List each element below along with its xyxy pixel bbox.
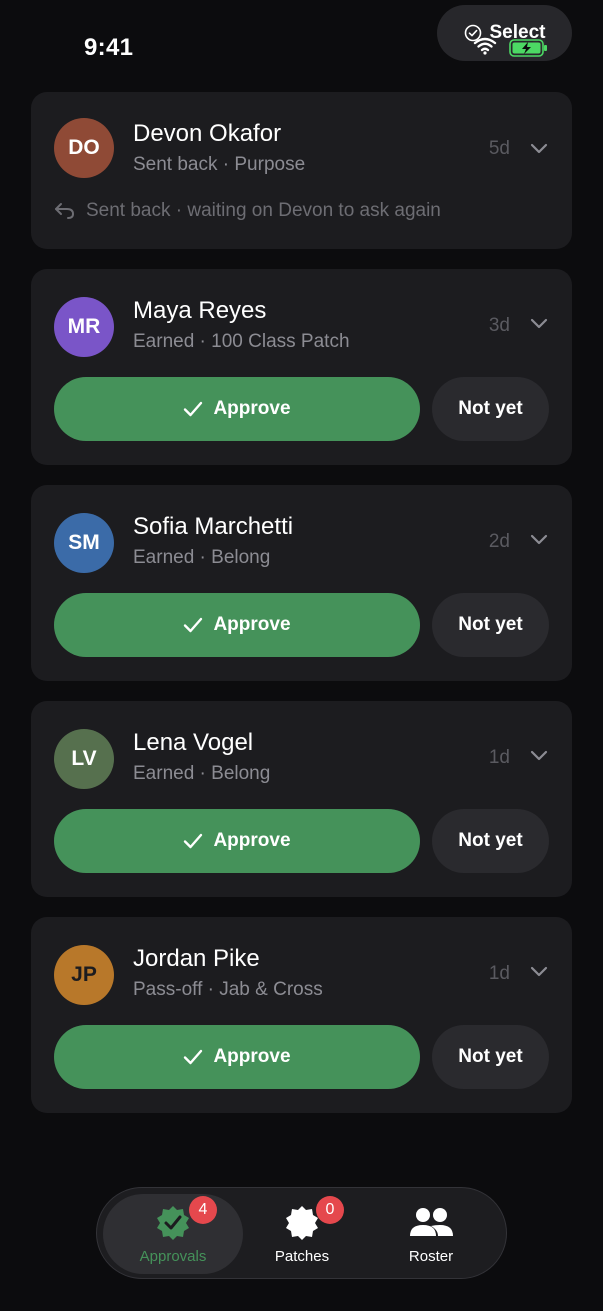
request-subtitle: Pass-off · Jab & Cross [133, 979, 323, 1000]
checkmark-icon [184, 833, 203, 849]
request-subtitle: Sent back · Purpose [133, 154, 306, 175]
battery-charging-icon [509, 39, 547, 57]
request-card-lena[interactable]: LV Lena Vogel Earned · Belong 1d Approve… [31, 701, 572, 897]
approve-label: Approve [213, 398, 291, 419]
approve-button[interactable]: Approve [54, 809, 420, 873]
avatar: LV [54, 729, 114, 789]
tab-bar: Approvals 4 Patches 0 Roster [96, 1187, 507, 1279]
student-name: Lena Vogel [133, 729, 254, 756]
return-arrow-icon [55, 203, 75, 219]
sent-back-note: Sent back · waiting on Devon to ask agai… [54, 200, 441, 222]
not-yet-button[interactable]: Not yet [432, 809, 549, 873]
chevron-down-icon[interactable] [530, 966, 548, 978]
student-name: Jordan Pike [133, 945, 260, 972]
request-age: 1d [488, 747, 510, 768]
checkmark-icon [184, 617, 203, 633]
not-yet-button[interactable]: Not yet [432, 377, 549, 441]
avatar: DO [54, 118, 114, 178]
status-time: 9:41 [84, 34, 134, 61]
student-name: Maya Reyes [133, 297, 267, 324]
wifi-icon [473, 37, 497, 55]
people-icon [410, 1208, 453, 1236]
checkmark-icon [184, 401, 203, 417]
approve-button[interactable]: Approve [54, 593, 420, 657]
tab-roster[interactable]: Roster [361, 1194, 501, 1274]
request-card-jordan[interactable]: JP Jordan Pike Pass-off · Jab & Cross 1d… [31, 917, 572, 1113]
request-card-devon[interactable]: DO Devon Okafor Sent back · Purpose 5d S… [31, 92, 572, 249]
chevron-down-icon[interactable] [530, 318, 548, 330]
approve-button[interactable]: Approve [54, 377, 420, 441]
tab-label: Approvals [139, 1248, 207, 1265]
approve-label: Approve [213, 1046, 291, 1067]
tab-label: Roster [408, 1248, 454, 1265]
not-yet-button[interactable]: Not yet [432, 1025, 549, 1089]
tab-label: Patches [274, 1248, 330, 1265]
request-subtitle: Earned · Belong [133, 547, 271, 568]
student-name: Sofia Marchetti [133, 513, 294, 540]
request-age: 3d [488, 315, 510, 336]
chevron-down-icon[interactable] [530, 534, 548, 546]
request-age: 5d [488, 138, 510, 159]
student-name: Devon Okafor [133, 120, 282, 147]
tab-approvals[interactable]: Approvals 4 [103, 1194, 243, 1274]
seal-check-icon [157, 1206, 189, 1240]
select-button[interactable]: Select [437, 5, 572, 61]
tab-patches[interactable]: Patches 0 [232, 1194, 372, 1274]
approvals-screen: 9:41 Select DO Devon Okafor Sent back · … [0, 0, 603, 1311]
approve-button[interactable]: Approve [54, 1025, 420, 1089]
approve-label: Approve [213, 830, 291, 851]
badge-count: 0 [316, 1196, 344, 1224]
chevron-down-icon[interactable] [530, 750, 548, 762]
request-subtitle: Earned · 100 Class Patch [133, 331, 350, 352]
not-yet-button[interactable]: Not yet [432, 593, 549, 657]
approve-label: Approve [213, 614, 291, 635]
request-card-sofia[interactable]: SM Sofia Marchetti Earned · Belong 2d Ap… [31, 485, 572, 681]
request-subtitle: Earned · Belong [133, 763, 271, 784]
checkmark-icon [184, 1049, 203, 1065]
request-card-maya[interactable]: MR Maya Reyes Earned · 100 Class Patch 3… [31, 269, 572, 465]
request-age: 1d [488, 963, 510, 984]
avatar: SM [54, 513, 114, 573]
avatar: JP [54, 945, 114, 1005]
badge-count: 4 [189, 1196, 217, 1224]
avatar: MR [54, 297, 114, 357]
chevron-down-icon[interactable] [530, 143, 548, 155]
request-age: 2d [488, 531, 510, 552]
sent-back-note-text: Sent back · waiting on Devon to ask agai… [86, 200, 441, 221]
